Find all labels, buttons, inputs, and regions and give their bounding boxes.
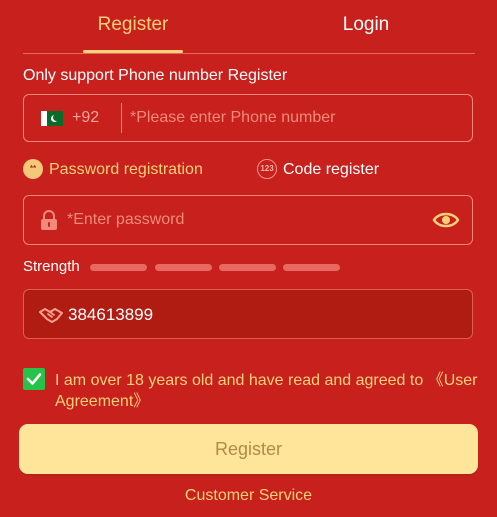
agreement-checkbox[interactable]: [23, 368, 45, 390]
password-registration-label: Password registration: [49, 161, 203, 178]
tabs-divider: [23, 53, 475, 54]
customer-service-link[interactable]: Customer Service: [0, 487, 497, 505]
tab-login[interactable]: Login: [316, 0, 416, 52]
invite-code-field[interactable]: 384613899: [23, 289, 473, 339]
password-dots-icon: **: [23, 159, 43, 179]
code-register-option[interactable]: 123 Code register: [257, 159, 379, 181]
agreement-statement: I am over 18 years old and have read and…: [55, 372, 428, 389]
check-icon: [26, 373, 42, 385]
invite-code-value[interactable]: 384613899: [68, 305, 153, 325]
handshake-icon: [39, 308, 63, 323]
strength-label: Strength: [23, 258, 80, 275]
phone-placeholder[interactable]: *Please enter Phone number: [130, 109, 335, 127]
phone-separator: [121, 103, 122, 133]
strength-bar: [90, 264, 147, 271]
strength-bar: [155, 264, 212, 271]
code-register-label: Code register: [283, 161, 380, 178]
phone-input-field[interactable]: +92 *Please enter Phone number: [23, 94, 473, 142]
password-placeholder[interactable]: *Enter password: [67, 211, 184, 229]
country-code[interactable]: +92: [72, 109, 99, 127]
tab-register[interactable]: Register: [83, 0, 183, 52]
strength-bar: [283, 264, 340, 271]
agreement-text: I am over 18 years old and have read and…: [55, 370, 480, 412]
strength-bar: [219, 264, 276, 271]
lock-icon: [41, 210, 57, 230]
password-input-field[interactable]: *Enter password: [23, 195, 473, 245]
password-registration-option[interactable]: ** Password registration: [23, 159, 203, 181]
register-button[interactable]: Register: [19, 424, 478, 474]
numeric-code-icon: 123: [257, 159, 277, 179]
auth-tabs: Register Login: [0, 0, 497, 54]
eye-icon[interactable]: [432, 209, 460, 231]
support-note: Only support Phone number Register: [23, 67, 288, 84]
pakistan-flag-icon[interactable]: [41, 111, 63, 126]
